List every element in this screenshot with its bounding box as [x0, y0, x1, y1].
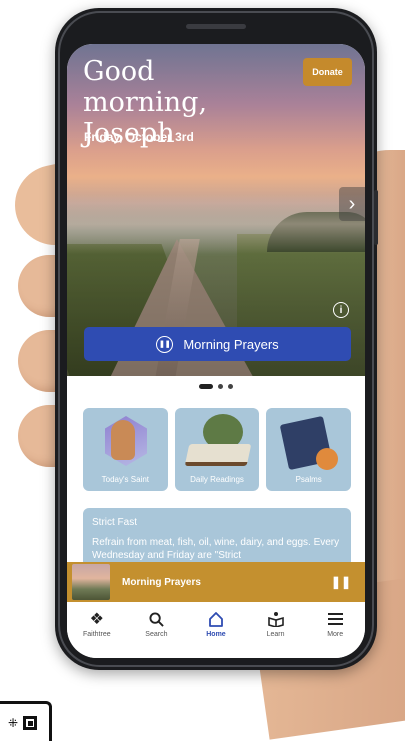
- nav-label: Learn: [266, 631, 285, 638]
- bottom-nav: ❖ Faithtree Search Home Learn More: [67, 602, 365, 658]
- menu-icon: [327, 610, 343, 628]
- nav-item-faithtree[interactable]: ❖ Faithtree: [69, 610, 124, 638]
- nav-item-learn[interactable]: Learn: [248, 610, 303, 638]
- tile-label: Today's Saint: [101, 475, 149, 484]
- carousel-dot[interactable]: [218, 384, 223, 389]
- blessing-hand-icon: [111, 420, 135, 460]
- carousel-dot-active[interactable]: [199, 384, 213, 389]
- morning-prayers-play-button[interactable]: ❚❚ Morning Prayers: [84, 327, 351, 361]
- qr-glyph: ⁜: [8, 716, 19, 730]
- nav-label: Faithtree: [82, 631, 111, 638]
- fast-title: Strict Fast: [92, 517, 138, 528]
- phone-speaker: [186, 24, 246, 29]
- sun-icon: [316, 448, 339, 470]
- nav-label: Search: [145, 631, 168, 638]
- play-button-label: Morning Prayers: [183, 336, 279, 352]
- player-thumbnail: [72, 564, 110, 600]
- phone-screen: Good morning, Joseph Friday, October 3rd…: [67, 44, 365, 658]
- pause-icon[interactable]: ❚❚: [331, 575, 351, 589]
- home-icon: [208, 610, 224, 628]
- nav-item-search[interactable]: Search: [129, 610, 184, 638]
- fast-description: Refrain from meat, fish, oil, wine, dair…: [92, 537, 340, 561]
- mini-player[interactable]: Morning Prayers ❚❚: [67, 562, 365, 602]
- qr-code-icon: ⁜: [0, 701, 52, 741]
- hero-banner: Good morning, Joseph Friday, October 3rd…: [67, 44, 365, 376]
- tile-label: Daily Readings: [190, 475, 244, 484]
- carousel-dot[interactable]: [228, 384, 233, 389]
- tile-todays-saint[interactable]: Today's Saint: [83, 408, 168, 491]
- qr-marker: [23, 716, 37, 730]
- faithtree-icon: ❖: [89, 611, 104, 628]
- nav-label: Home: [206, 631, 226, 638]
- learn-icon: [267, 610, 284, 628]
- nav-label: More: [327, 631, 344, 638]
- phone-side-button: [374, 190, 378, 245]
- tile-psalms[interactable]: Psalms: [266, 408, 352, 491]
- tile-label: Psalms: [295, 475, 322, 484]
- info-icon[interactable]: i: [333, 302, 349, 318]
- feature-tiles: Today's Saint Daily Readings Psalms: [83, 408, 352, 491]
- donate-button[interactable]: Donate: [303, 58, 352, 86]
- search-icon: [149, 610, 164, 628]
- open-book-icon: [184, 444, 252, 466]
- date-label: Friday, October 3rd: [84, 130, 194, 144]
- nav-item-more[interactable]: More: [308, 610, 363, 638]
- tile-daily-readings[interactable]: Daily Readings: [174, 408, 260, 491]
- carousel-dots: [67, 384, 365, 389]
- nav-item-home[interactable]: Home: [188, 610, 243, 638]
- chevron-right-icon[interactable]: ›: [339, 187, 365, 221]
- player-title: Morning Prayers: [122, 576, 201, 588]
- pause-circle-icon: ❚❚: [156, 335, 174, 353]
